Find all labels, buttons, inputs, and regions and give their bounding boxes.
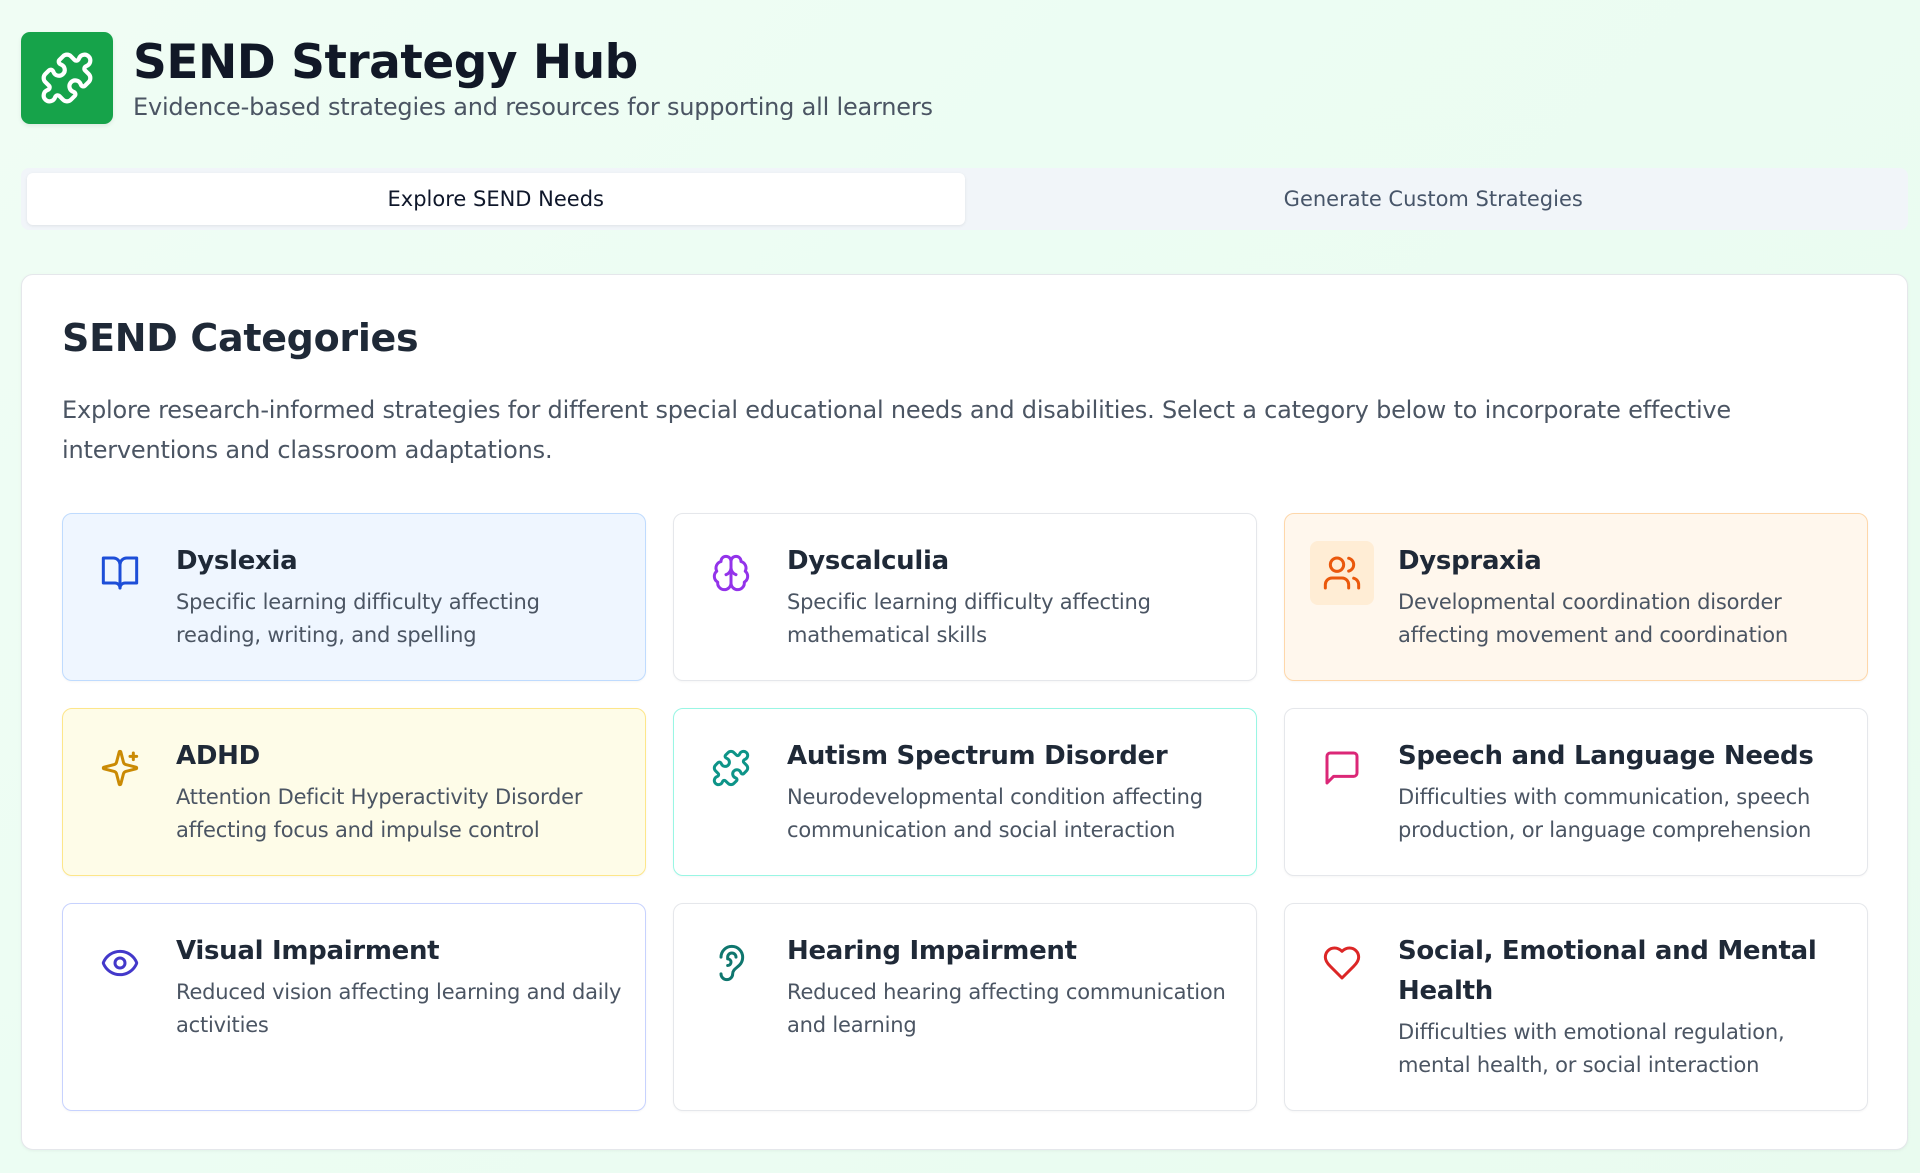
category-card-hearing-impairment[interactable]: Hearing Impairment Reduced hearing affec… <box>673 903 1257 1111</box>
category-title: Visual Impairment <box>176 936 440 966</box>
message-square-icon <box>1310 736 1374 800</box>
category-description: Attention Deficit Hyperactivity Disorder… <box>176 785 583 842</box>
category-description: Specific learning difficulty affecting r… <box>176 590 540 647</box>
book-open-icon <box>88 541 152 605</box>
tab-list: Explore SEND Needs Generate Custom Strat… <box>21 168 1908 230</box>
category-title: Dyslexia <box>176 546 298 576</box>
heart-icon <box>1310 931 1374 995</box>
category-description: Developmental coordination disorder affe… <box>1398 590 1789 647</box>
category-card-dyslexia[interactable]: Dyslexia Specific learning difficulty af… <box>62 513 646 681</box>
category-description: Difficulties with communication, speech … <box>1398 785 1812 842</box>
category-description: Reduced hearing affecting communication … <box>787 980 1226 1037</box>
panel-title: SEND Categories <box>62 316 419 360</box>
sparkles-icon <box>88 736 152 800</box>
category-title: Dyspraxia <box>1398 546 1542 576</box>
tab-explore-send-needs[interactable]: Explore SEND Needs <box>27 173 965 225</box>
category-title: Social, Emotional and Mental Health <box>1398 936 1817 1006</box>
send-categories-panel: SEND Categories Explore research-informe… <box>21 274 1908 1150</box>
category-card-dyspraxia[interactable]: Dyspraxia Developmental coordination dis… <box>1284 513 1868 681</box>
category-card-visual-impairment[interactable]: Visual Impairment Reduced vision affecti… <box>62 903 646 1111</box>
category-grid: Dyslexia Specific learning difficulty af… <box>62 513 1868 1111</box>
category-description: Neurodevelopmental condition affecting c… <box>787 785 1203 842</box>
app-subtitle: Evidence-based strategies and resources … <box>133 92 933 121</box>
category-card-speech-language[interactable]: Speech and Language Needs Difficulties w… <box>1284 708 1868 876</box>
panel-description: Explore research-informed strategies for… <box>62 396 1731 464</box>
brain-icon <box>699 541 763 605</box>
category-card-semh[interactable]: Social, Emotional and Mental Health Diff… <box>1284 903 1868 1111</box>
category-title: ADHD <box>176 741 260 771</box>
users-icon <box>1310 541 1374 605</box>
category-description: Difficulties with emotional regulation, … <box>1398 1020 1785 1077</box>
category-title: Hearing Impairment <box>787 936 1077 966</box>
category-title: Autism Spectrum Disorder <box>787 741 1168 771</box>
app-header: SEND Strategy Hub Evidence-based strateg… <box>21 31 933 124</box>
puzzle-icon <box>699 736 763 800</box>
category-card-autism[interactable]: Autism Spectrum Disorder Neurodevelopmen… <box>673 708 1257 876</box>
eye-icon <box>88 931 152 995</box>
puzzle-icon <box>21 31 113 124</box>
tab-generate-custom-strategies[interactable]: Generate Custom Strategies <box>965 173 1903 225</box>
category-title: Speech and Language Needs <box>1398 741 1814 771</box>
category-description: Specific learning difficulty affecting m… <box>787 590 1151 647</box>
category-description: Reduced vision affecting learning and da… <box>176 980 622 1037</box>
category-card-dyscalculia[interactable]: Dyscalculia Specific learning difficulty… <box>673 513 1257 681</box>
ear-icon <box>699 931 763 995</box>
category-title: Dyscalculia <box>787 546 949 576</box>
category-card-adhd[interactable]: ADHD Attention Deficit Hyperactivity Dis… <box>62 708 646 876</box>
app-title: SEND Strategy Hub <box>133 34 638 90</box>
